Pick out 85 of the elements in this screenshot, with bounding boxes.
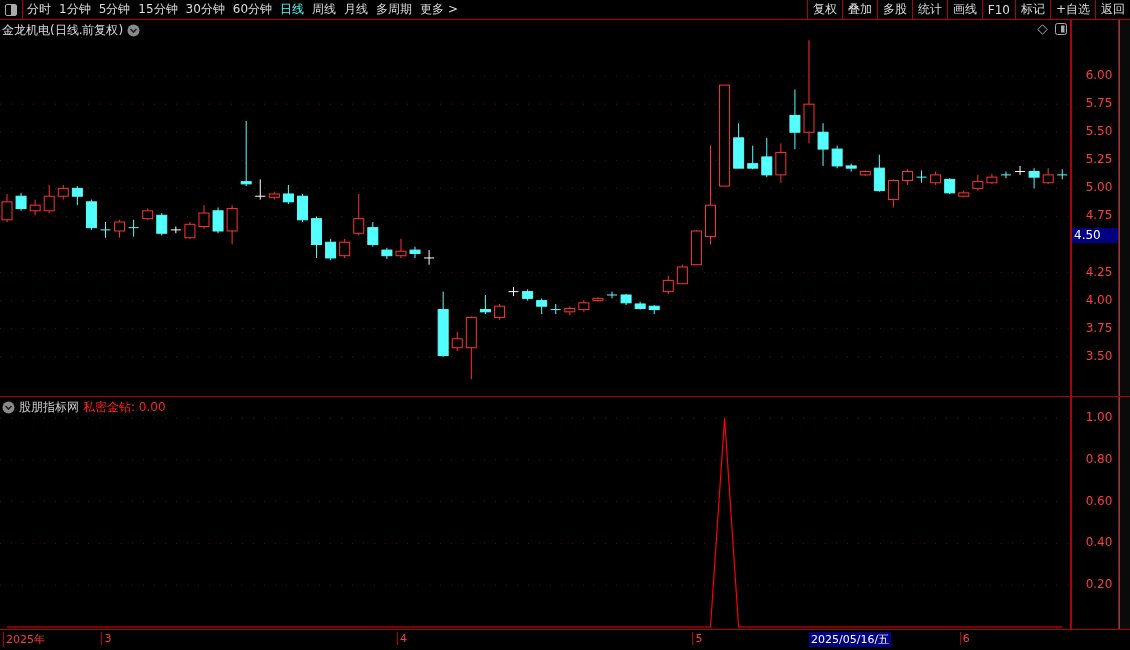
period-tab[interactable]: 日线 xyxy=(276,0,309,19)
candlestick xyxy=(550,303,562,315)
candlestick xyxy=(775,142,787,184)
candlestick xyxy=(43,184,55,214)
toolbar-button[interactable]: 画线 xyxy=(946,0,982,19)
candlestick xyxy=(367,221,379,248)
candlestick xyxy=(789,89,801,150)
candlestick xyxy=(212,206,224,234)
candlestick xyxy=(226,204,238,245)
panel-toggle-icon[interactable] xyxy=(1055,23,1067,35)
candlestick xyxy=(761,137,773,178)
indicator-tick-label: 0.40 xyxy=(1085,535,1113,550)
date-tick-label: 6 xyxy=(959,632,970,645)
indicator-tick-label: 0.20 xyxy=(1085,577,1113,592)
candlestick xyxy=(1028,167,1040,189)
candlestick xyxy=(831,145,843,169)
period-tab[interactable]: 周线 xyxy=(308,0,341,19)
price-tick-label: 5.75 xyxy=(1085,96,1113,111)
price-tick-label: 4.00 xyxy=(1085,292,1113,307)
indicator-tick-label: 0.80 xyxy=(1085,451,1113,466)
candlestick xyxy=(254,178,266,201)
candlestick xyxy=(128,219,140,238)
candlestick xyxy=(353,193,365,236)
candlestick xyxy=(817,122,829,167)
period-tab[interactable]: 60分钟 xyxy=(228,0,277,19)
price-tick-label: 3.50 xyxy=(1085,348,1113,363)
price-tick-label: 3.75 xyxy=(1085,320,1113,335)
price-tick-label: 5.50 xyxy=(1085,124,1113,139)
candlestick xyxy=(325,238,337,261)
candlestick xyxy=(1000,171,1012,179)
candlestick xyxy=(916,169,928,184)
chart-title: 金龙机电(日线.前复权) xyxy=(2,22,124,39)
candlestick xyxy=(1014,165,1026,176)
candlestick xyxy=(29,199,41,216)
period-tab[interactable]: 更多 > xyxy=(416,0,462,19)
candlestick xyxy=(282,184,294,205)
diamond-icon[interactable] xyxy=(1037,24,1048,35)
period-tab[interactable]: 15分钟 xyxy=(134,0,182,19)
toolbar-button[interactable]: F10 xyxy=(981,0,1015,19)
candlestick xyxy=(887,178,899,208)
candlestick xyxy=(409,246,421,259)
dropdown-icon[interactable] xyxy=(127,24,141,37)
toolbar-button[interactable]: 标记 xyxy=(1014,0,1050,19)
price-tick-label: 4.25 xyxy=(1085,264,1113,279)
indicator-tick-label: 1.00 xyxy=(1085,409,1113,424)
toolbar-button[interactable]: +自选 xyxy=(1049,0,1095,19)
price-tick-label: 5.00 xyxy=(1085,180,1113,195)
period-tab[interactable]: 30分钟 xyxy=(181,0,229,19)
period-tab[interactable]: 多周期 xyxy=(372,0,417,19)
date-tick-label: 5 xyxy=(692,632,703,645)
candlestick xyxy=(198,204,210,230)
price-tick-label: 4.75 xyxy=(1085,208,1113,223)
candlestick xyxy=(676,264,688,285)
dropdown-icon[interactable] xyxy=(2,401,15,414)
cursor-date-label: 2025/05/16/五 xyxy=(809,632,892,647)
toolbar-button[interactable]: 叠加 xyxy=(841,0,877,19)
candlestick xyxy=(240,120,252,187)
period-tab[interactable]: 1分钟 xyxy=(55,0,95,19)
candlestick xyxy=(339,238,351,259)
toolbar-button[interactable]: 多股 xyxy=(876,0,912,19)
indicator-reading: 私密金钻: 0.00 xyxy=(83,399,166,416)
candlestick xyxy=(479,294,491,315)
candlestick xyxy=(873,154,885,193)
indicator-name: 股朋指标网 xyxy=(19,399,79,416)
candlestick xyxy=(606,291,618,299)
indicator-tick-label: 0.60 xyxy=(1085,493,1113,508)
date-tick-label: 3 xyxy=(101,632,112,645)
candlestick xyxy=(423,249,435,266)
price-tick-label: 5.25 xyxy=(1085,152,1113,167)
period-tab[interactable]: 5分钟 xyxy=(94,0,135,19)
period-tab[interactable]: 分时 xyxy=(23,0,55,19)
candlestick xyxy=(592,296,604,303)
candlestick xyxy=(395,238,407,259)
period-tab[interactable]: 月线 xyxy=(340,0,373,19)
candlestick xyxy=(451,331,463,352)
current-price-label: 4.50 xyxy=(1072,228,1119,244)
candlestick xyxy=(156,212,168,236)
date-tick-label: 4 xyxy=(396,632,407,645)
toolbar-button[interactable]: 统计 xyxy=(911,0,947,19)
candlestick xyxy=(71,185,83,206)
date-tick-label: 2025年 xyxy=(3,632,45,647)
candlestick xyxy=(296,193,308,223)
toolbar-button[interactable]: 返回 xyxy=(1095,0,1130,19)
toolbar-button[interactable]: 复权 xyxy=(806,0,842,19)
price-tick-label: 6.00 xyxy=(1085,68,1113,83)
